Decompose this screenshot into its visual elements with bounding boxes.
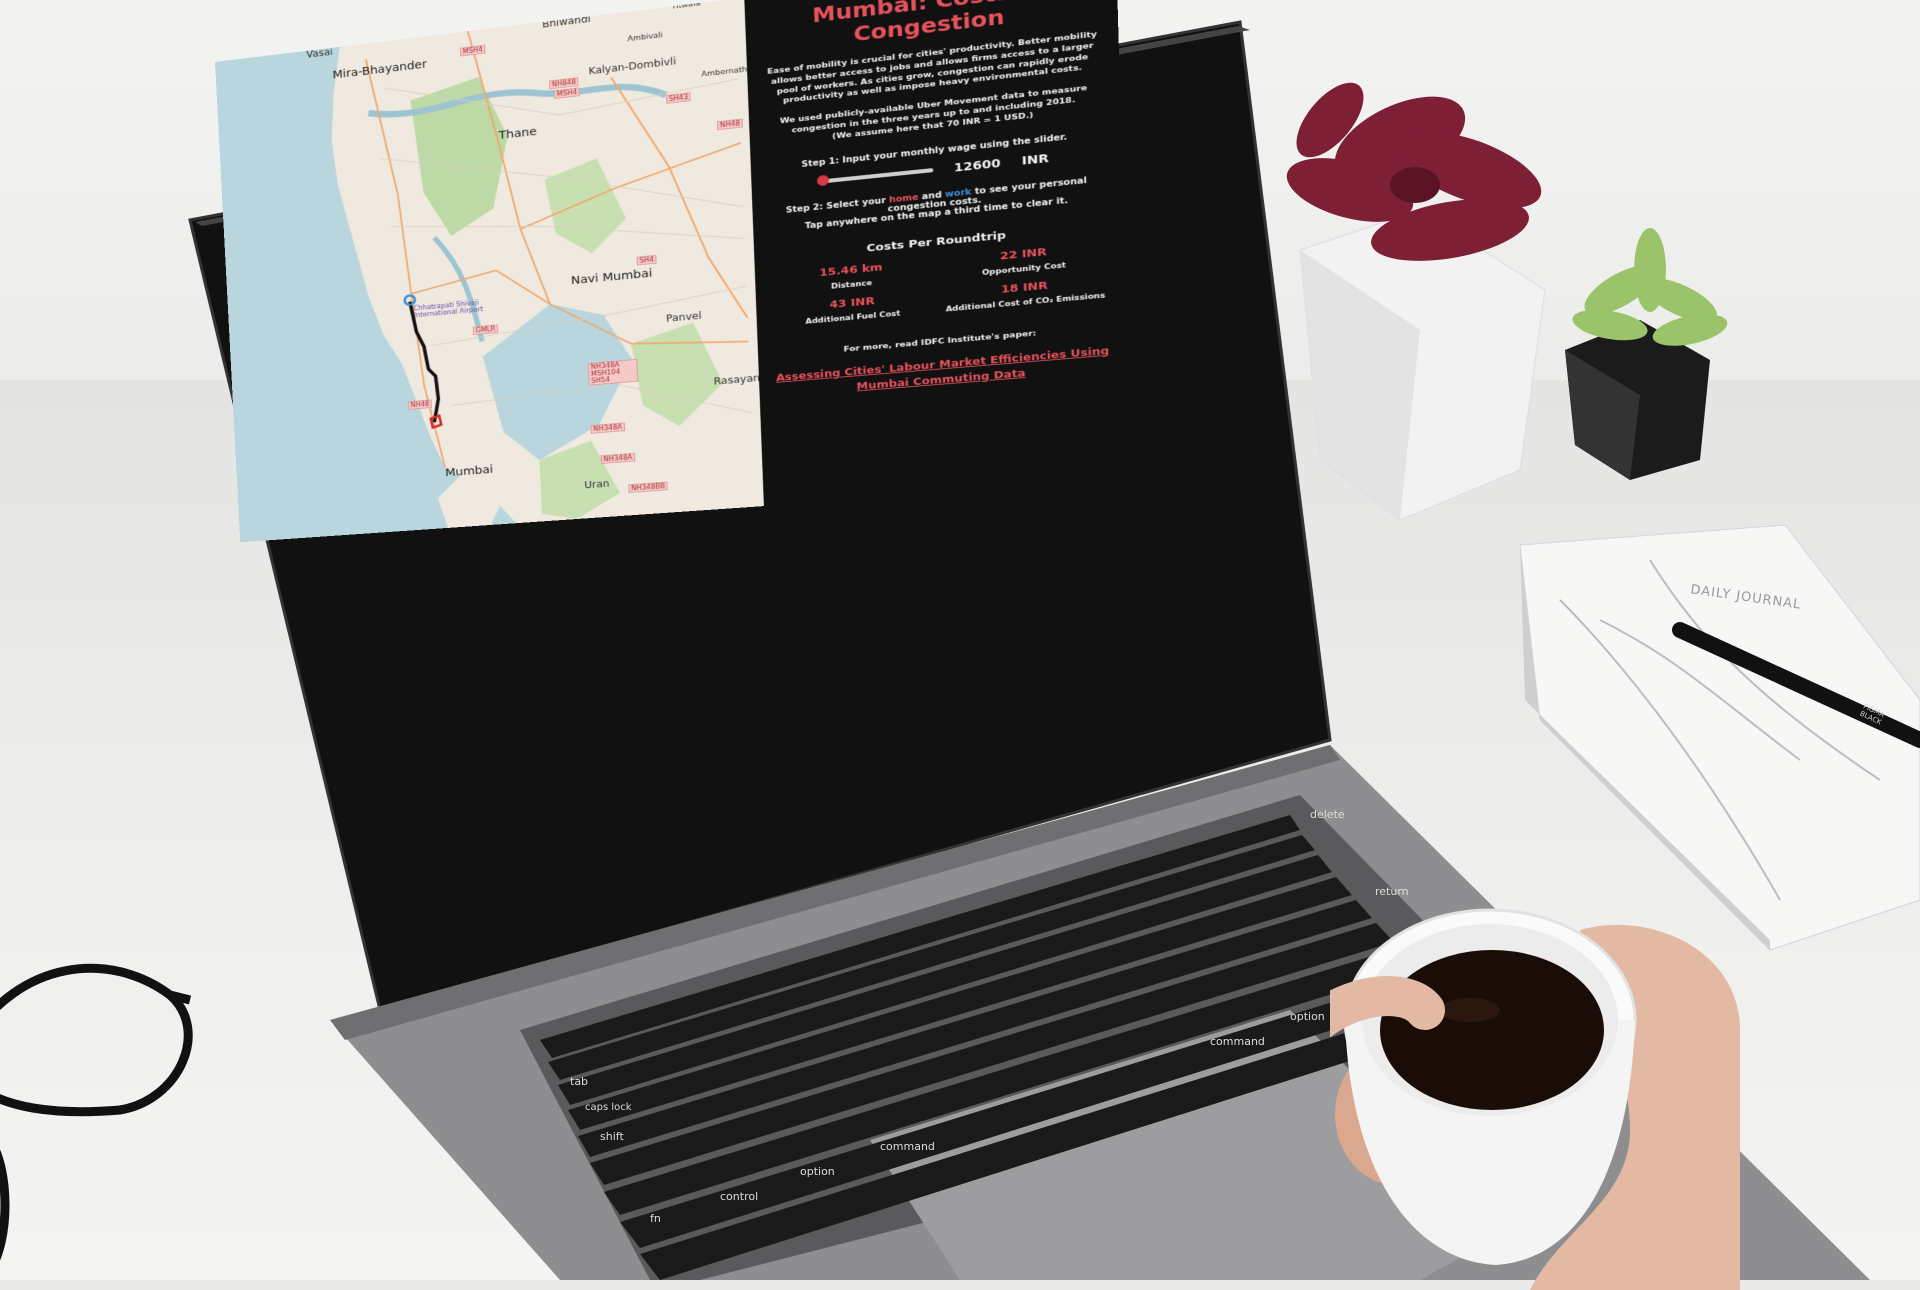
road-tag-nh348a-msh104: NH348A MSH104 SH54 bbox=[587, 358, 639, 386]
wage-unit: INR bbox=[1021, 151, 1049, 168]
cost-item-opportunity: 22 INR Opportunity Cost bbox=[941, 240, 1108, 281]
key-delete[interactable]: delete bbox=[1310, 808, 1345, 821]
key-caps-lock[interactable]: caps lock bbox=[585, 1102, 632, 1113]
wage-slider[interactable] bbox=[816, 168, 934, 187]
key-shift-left[interactable]: shift bbox=[600, 1130, 624, 1143]
map-canvas[interactable] bbox=[215, 0, 764, 543]
wage-slider-thumb[interactable] bbox=[816, 174, 830, 187]
cost-item-co2: 18 INR Additional Cost of CO₂ Emissions bbox=[942, 274, 1108, 314]
info-panel: Mumbai: Costs of Congestion Ease of mobi… bbox=[744, 0, 1132, 507]
wage-value: 12600 bbox=[953, 156, 1001, 175]
key-option-right[interactable]: option bbox=[1290, 1010, 1325, 1023]
map-label-uran: Uran bbox=[584, 478, 610, 491]
cost-item-distance: 15.46 km Distance bbox=[771, 257, 932, 297]
laptop-screen: Vasai Mira-Bhayander Bhiwandi Kalyan-Dom… bbox=[215, 0, 1132, 543]
key-command-left[interactable]: command bbox=[880, 1140, 935, 1153]
coffee-cup bbox=[1330, 908, 1740, 1290]
map-view[interactable]: Vasai Mira-Bhayander Bhiwandi Kalyan-Dom… bbox=[215, 0, 764, 543]
step2-prefix: Step 2: Select your bbox=[785, 195, 890, 215]
key-command-right[interactable]: command bbox=[1210, 1035, 1265, 1048]
key-option-left[interactable]: option bbox=[800, 1165, 835, 1178]
key-control[interactable]: control bbox=[720, 1190, 758, 1203]
cost-item-fuel: 43 INR Additional Fuel Cost bbox=[773, 290, 934, 329]
key-fn[interactable]: fn bbox=[650, 1212, 661, 1225]
key-tab[interactable]: tab bbox=[570, 1075, 588, 1088]
